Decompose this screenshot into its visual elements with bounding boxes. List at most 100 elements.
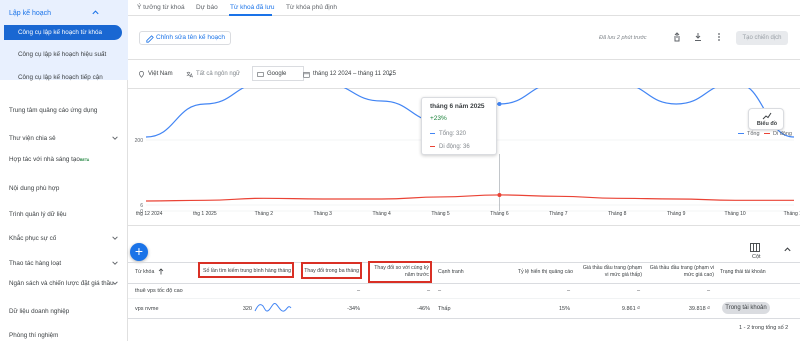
- sidebar-item-data-manager[interactable]: Trình quản lý dữ liệu: [9, 210, 121, 219]
- sidebar-section-title[interactable]: Lập kế hoạch: [9, 10, 51, 17]
- trending-icon: [762, 112, 772, 120]
- sidebar-item-creator-partnerships[interactable]: Hợp tác với nhà sáng tạo: [9, 155, 121, 164]
- sidebar-item-label: Hợp tác với nhà sáng tạo: [9, 156, 80, 163]
- download-icon[interactable]: [693, 32, 703, 42]
- collapse-icon[interactable]: [783, 245, 792, 254]
- cell-keyword: vps nvme: [135, 306, 159, 312]
- divider: [128, 225, 800, 226]
- sidebar-item-budgets-bidding[interactable]: Ngân sách và chiến lược đặt giá thầu: [9, 279, 121, 288]
- x-tick-label: Tháng 11: [784, 211, 800, 217]
- search-network-icon: [257, 72, 264, 77]
- sidebar: Lập kế hoạch Công cụ lập kế hoạch từ khó…: [0, 0, 128, 341]
- sidebar-item-label: Nội dung phù hợp: [9, 185, 60, 192]
- in-account-button[interactable]: Trong tài khoản: [722, 302, 770, 314]
- x-tick-label: thg 1 2025: [193, 211, 217, 217]
- cell-bid-low: –: [636, 288, 640, 294]
- sidebar-item-label: Thư viện chia sẻ: [9, 135, 56, 142]
- sidebar-item-shared-library[interactable]: Thư viện chia sẻ: [9, 134, 121, 143]
- header-bid-high[interactable]: Giá thầu đầu trang (phạm vi mức giá cao): [646, 265, 714, 278]
- header-competition[interactable]: Cạnh tranh: [438, 269, 464, 276]
- calendar-icon: [303, 72, 310, 78]
- tooltip-mobile-row: Di động: 36: [430, 144, 470, 150]
- data-point: [497, 102, 502, 106]
- active-tab-indicator: [229, 14, 272, 16]
- chevron-down-icon: [112, 281, 118, 285]
- tab-negative-keywords[interactable]: Từ khóa phủ định: [286, 4, 337, 11]
- tab-keyword-ideas[interactable]: Ý tưởng từ khoá: [137, 4, 185, 11]
- chart-type-label: Biểu đồ: [756, 121, 778, 127]
- sidebar-item-performance-planner[interactable]: Công cụ lập kế hoạch hiệu suất: [4, 50, 122, 59]
- language-filter[interactable]: Tất cả ngôn ngữ: [186, 71, 241, 78]
- tooltip-change: +23%: [430, 115, 447, 122]
- sidebar-item-label: Khắc phục sự cố: [9, 235, 57, 242]
- sidebar-item-bulk-actions[interactable]: Thao tác hàng loạt: [9, 259, 121, 268]
- x-tick-label: Tháng 8: [608, 211, 627, 217]
- header-impression-share[interactable]: Tỷ lệ hiển thị quảng cáo: [505, 269, 573, 276]
- chart-type-button[interactable]: Biểu đồ: [748, 108, 784, 130]
- legend-total: Tổng: [738, 131, 760, 137]
- sidebar-item-business-data[interactable]: Dữ liệu doanh nghiệp: [9, 307, 121, 316]
- sidebar-item-app-center[interactable]: Trung tâm quảng cáo ứng dụng: [9, 106, 121, 115]
- columns-icon[interactable]: [750, 243, 760, 252]
- cell-yoy: -46%: [417, 306, 430, 312]
- header-keyword[interactable]: Từ khóa: [135, 269, 154, 276]
- header-three-month-change[interactable]: Thay đổi trong ba tháng: [304, 268, 359, 275]
- network-filter-label: Google: [267, 71, 287, 77]
- sidebar-item-troubleshooting[interactable]: Khắc phục sự cố: [9, 234, 121, 243]
- header-account-status[interactable]: Trạng thái tài khoản: [720, 269, 766, 276]
- dropdown-arrow-icon[interactable]: [387, 72, 393, 78]
- location-filter[interactable]: Việt Nam: [139, 71, 173, 78]
- legend-mobile-label: Di động: [773, 131, 792, 137]
- chevron-up-icon[interactable]: [91, 8, 100, 17]
- tab-saved-keywords[interactable]: Từ khoá đã lưu: [230, 4, 274, 11]
- cell-three-month: –: [356, 288, 360, 294]
- network-filter[interactable]: Google: [257, 71, 287, 77]
- date-range-label: tháng 12 2024 – tháng 11 2025: [313, 71, 396, 77]
- date-range-filter[interactable]: tháng 12 2024 – tháng 11 2025: [303, 71, 396, 78]
- cell-bid-high: 39.818 ₫: [688, 306, 710, 312]
- sidebar-item-label: Phòng thí nghiệm: [9, 332, 59, 339]
- sidebar-item-label: Trung tâm quảng cáo ứng dụng: [9, 107, 98, 114]
- header-bid-low[interactable]: Giá thầu đầu trang (phạm vi mức giá thấp…: [578, 265, 642, 278]
- tooltip-total-row: Tổng: 320: [430, 131, 466, 137]
- cell-yoy: –: [426, 288, 430, 294]
- language-filter-label: Tất cả ngôn ngữ: [196, 71, 241, 77]
- sidebar-item-label: Ngân sách và chiến lược đặt giá thầu: [9, 280, 114, 287]
- sort-arrow-icon[interactable]: [158, 268, 164, 275]
- edit-plan-name-button[interactable]: Chỉnh sửa tên kế hoạch: [139, 31, 231, 45]
- translate-icon: [186, 71, 193, 78]
- x-tick-label: Tháng 3: [314, 211, 333, 217]
- legend-total-label: Tổng: [747, 131, 760, 137]
- columns-label: Cột: [752, 254, 761, 260]
- create-campaign-button[interactable]: Tạo chiến dịch: [736, 31, 788, 45]
- header-yoy-change[interactable]: Thay đổi so với cùng kỳ năm trước: [371, 265, 429, 278]
- cell-bid-low: 9.861 ₫: [621, 306, 640, 312]
- x-tick-label: Tháng 5: [431, 211, 450, 217]
- pagination-text: 1 - 2 trong tổng số 2: [739, 325, 789, 331]
- divider: [128, 59, 800, 60]
- series-line-mobile: [145, 194, 794, 202]
- trend-sparkline: [254, 303, 292, 312]
- share-icon[interactable]: [672, 32, 682, 42]
- y-tick-label: 6: [140, 203, 143, 209]
- chevron-down-icon: [112, 236, 118, 240]
- sidebar-item-suitable-content[interactable]: Nội dung phù hợp: [9, 184, 121, 193]
- sidebar-item-label: Trình quản lý dữ liệu: [9, 211, 67, 218]
- x-tick-label: Tháng 6: [490, 211, 509, 217]
- sidebar-item-keyword-planner[interactable]: Công cụ lập kế hoạch từ khóa: [4, 25, 122, 40]
- cell-three-month: -34%: [347, 306, 360, 312]
- chart-tooltip: tháng 6 năm 2025 +23% Tổng: 320 Di động:…: [421, 97, 497, 155]
- chevron-down-icon: [112, 261, 118, 265]
- sidebar-item-reach-planner[interactable]: Công cụ lập kế hoạch tiếp cận: [4, 73, 122, 82]
- y-tick-label: 200: [135, 138, 144, 144]
- chevron-down-icon: [112, 136, 118, 140]
- more-vert-icon[interactable]: [714, 32, 724, 42]
- tab-forecast[interactable]: Dự báo: [196, 4, 218, 11]
- x-tick-label: Tháng 4: [372, 211, 391, 217]
- x-tick-label: Tháng 9: [667, 211, 686, 217]
- cell-avg: 320: [242, 306, 252, 312]
- add-keyword-button[interactable]: +: [130, 243, 148, 261]
- sidebar-item-experiments[interactable]: Phòng thí nghiệm: [9, 331, 121, 340]
- location-filter-label: Việt Nam: [148, 71, 173, 77]
- header-avg-monthly-searches[interactable]: Số lần tìm kiếm trung bình hàng tháng: [203, 268, 291, 275]
